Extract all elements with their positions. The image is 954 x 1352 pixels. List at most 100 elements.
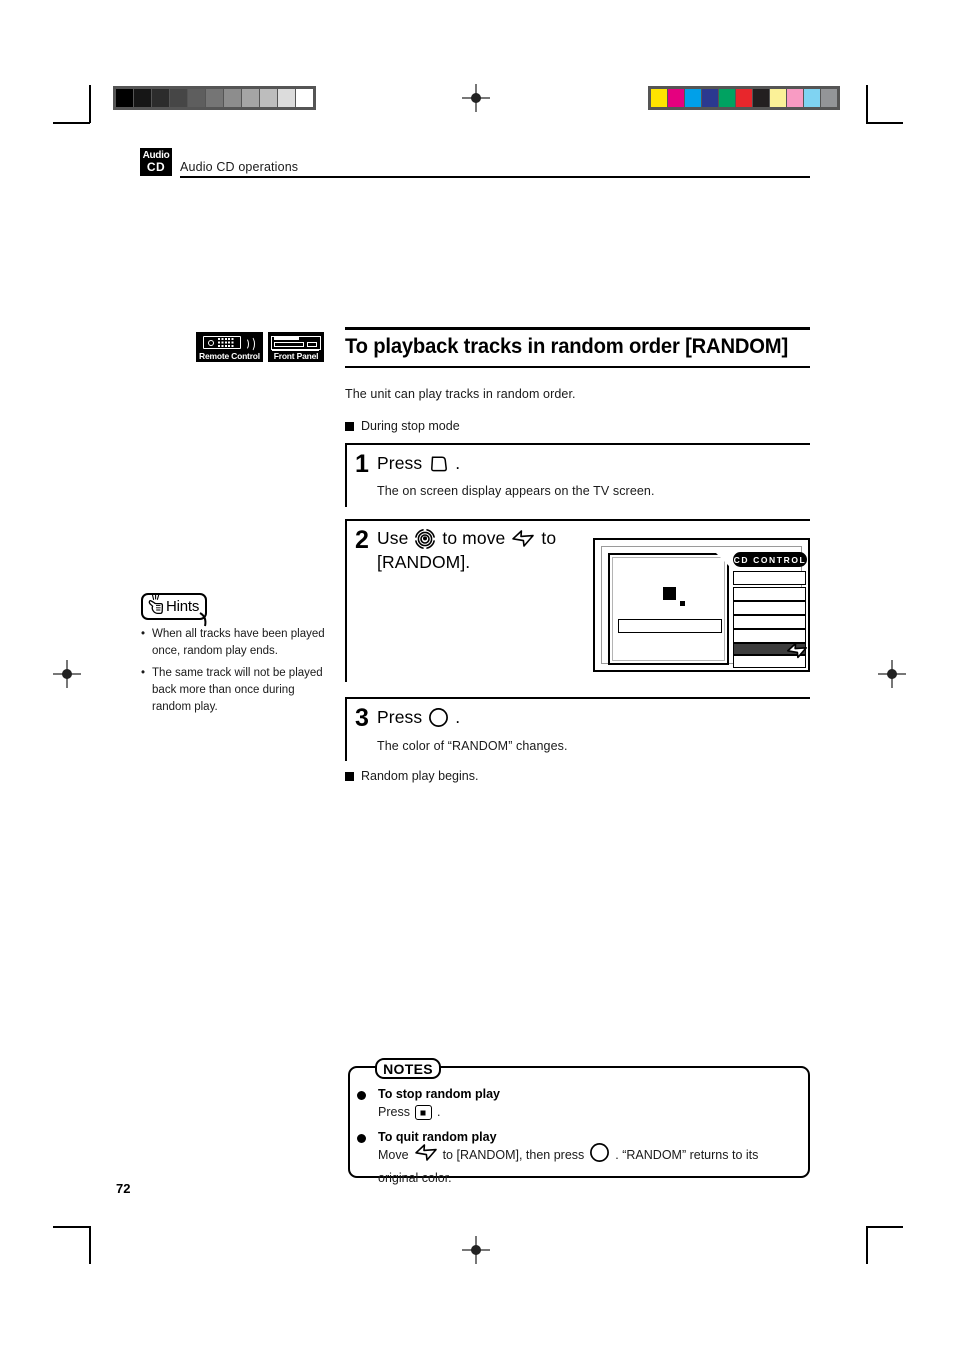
step-3-subtext: The color of “RANDOM” changes. [377,739,568,753]
jog-dial-icon [414,527,437,550]
note-title-1: To stop random play [378,1087,500,1101]
step-1-rule-top [345,443,810,445]
crop-mark-bottom-right-h [866,1226,903,1228]
remote-control-tag-label: Remote Control [199,351,260,361]
osd-info-panel [608,553,729,665]
osd-menu-item-3[interactable] [733,615,806,629]
running-header-title: Audio CD operations [180,160,299,174]
crop-mark-bottom-right-v [866,1226,868,1264]
manual-page: Audio CD document.querySelector('[data-n… [0,0,954,1352]
section-intro: The unit can play tracks in random order… [345,387,576,401]
note-2-text-mid: to [RANDOM], then press [442,1148,585,1162]
random-play-begins-heading: Random play begins. [345,769,478,783]
osd-menu-item-2[interactable] [733,601,806,615]
during-stop-mode-heading: During stop mode [345,419,460,433]
osd-menu-item-1[interactable] [733,587,806,601]
color-bar-swatch-5 [736,89,752,107]
remote-control-icon [203,335,256,352]
color-bar-swatch-7 [770,89,786,107]
step-1-heading: Press . [377,452,460,475]
front-panel-tag-label: Front Panel [273,351,319,361]
step-1-number: 1 [355,450,369,478]
step-3-text-after: . [455,707,461,727]
color-bar-swatch-1 [668,89,684,107]
note-2-text-before: Move [378,1148,409,1162]
crop-mark-bottom-left-v [89,1226,91,1264]
gray-step-wedge [113,86,316,110]
section-rule-top [345,327,810,330]
note-body-1: Press . [378,1103,440,1122]
registration-mark-right [878,660,906,688]
note-2-line2: original color. [378,1171,452,1185]
osd-corner-fold [716,553,729,566]
crop-mark-bottom-left-h [53,1226,90,1228]
registration-mark-top [462,84,490,112]
note-bullet-2 [357,1134,366,1143]
step-2-text-line2: [RANDOM]. [377,552,471,572]
gray-wedge-swatch-6 [224,89,241,107]
gray-wedge-swatch-8 [260,89,277,107]
section-rule-bottom [345,366,810,368]
note-1-text-before: Press [378,1105,410,1119]
osd-cursor-arrow-icon [786,641,808,665]
section-title: To playback tracks in random order [RAND… [345,334,788,358]
step-3-rule-top [345,697,810,699]
osd-menu-item-0[interactable] [733,571,806,585]
enter-button-icon [428,707,449,728]
note-2-enter-button-icon [589,1142,610,1169]
crop-mark-top-left-h [53,122,90,124]
color-bar-swatch-6 [753,89,769,107]
color-bar-swatch-0 [651,89,667,107]
gray-wedge-swatch-0 [116,89,133,107]
note-2-text-after: . “RANDOM” returns to its [615,1148,759,1162]
hint-text-2: The same track will not be played back m… [152,667,323,713]
color-bar-swatch-10 [821,89,837,107]
osd-disc-indicator [663,587,676,600]
front-panel-icon [271,335,321,351]
gray-wedge-swatch-4 [188,89,205,107]
step-1-subtext: The on screen display appears on the TV … [377,484,655,498]
step-2-rule-top [345,519,810,521]
stop-key-icon [414,1105,432,1120]
gray-wedge-swatch-10 [296,89,313,107]
random-play-begins-label: Random play begins. [361,769,479,783]
hint-text-1: When all tracks have been played once, r… [152,628,325,657]
audio-cd-badge: Audio CD [140,148,172,176]
step-1-left-rule [345,443,347,507]
hint-item-2: • The same track will not be played back… [141,665,336,716]
gray-wedge-swatch-7 [242,89,259,107]
square-bullet-icon [345,421,354,431]
step-3-heading: Press . [377,706,460,729]
hints-label: Hints [166,598,200,615]
step-1-text-after: . [455,453,461,473]
hints-bubble: Hints [141,593,207,620]
cursor-arrow-icon [511,529,535,548]
front-panel-tag: Front Panel [268,332,324,362]
color-bar-swatch-2 [685,89,701,107]
audio-cd-badge-line2: CD [146,160,166,174]
step-2-heading: Use to move to [377,527,577,550]
osd-tv-illustration: CD CONTROL [593,538,810,672]
gray-wedge-swatch-5 [206,89,223,107]
step-2-number: 2 [355,526,369,554]
crop-mark-top-left-v [89,85,91,123]
gray-wedge-swatch-1 [134,89,151,107]
during-stop-mode-label: During stop mode [361,419,460,433]
color-bar-swatch-4 [719,89,735,107]
registration-mark-bottom [462,1236,490,1264]
hint-bullet-2: • [141,667,146,679]
gray-wedge-swatch-3 [170,89,187,107]
gray-wedge-swatch-2 [152,89,169,107]
step-3-left-rule [345,697,347,761]
note-body-2: Move to [RANDOM], then press . “RANDOM” … [378,1142,758,1188]
step-2-text-mid: to move [442,528,506,548]
hint-bullet-1: • [141,628,146,640]
osd-button-icon [428,455,449,473]
step-2-text-after: to [541,528,557,548]
note-1-text-after: . [436,1105,441,1119]
note-bullet-1 [357,1091,366,1100]
square-bullet-icon-2 [345,771,354,781]
remote-control-tag: Remote Control [196,332,263,362]
step-2-heading-line2: [RANDOM]. [377,551,470,574]
crop-mark-top-right-v [866,85,868,123]
